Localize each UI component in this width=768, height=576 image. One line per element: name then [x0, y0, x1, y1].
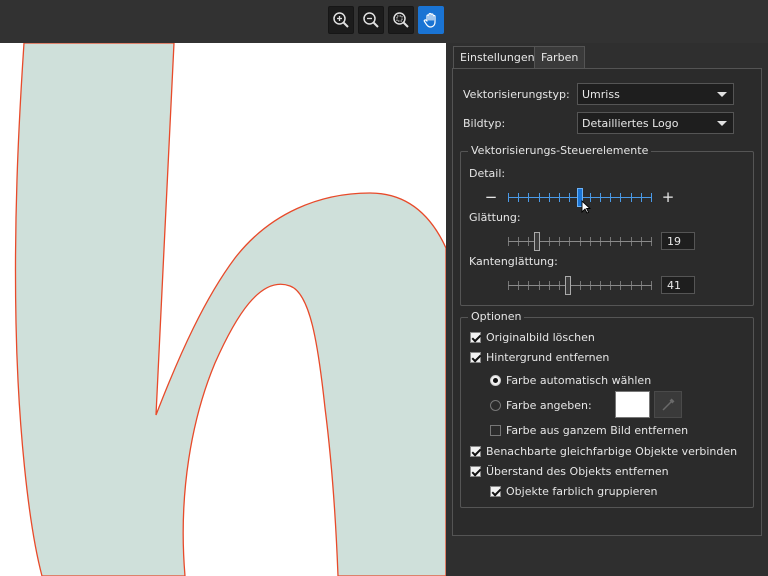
detail-slider[interactable] [508, 188, 652, 207]
group-by-color-checkbox[interactable] [490, 486, 501, 497]
remove-background-checkbox[interactable] [470, 352, 481, 363]
edge-smoothing-slider-track [508, 285, 652, 286]
remove-overlap-checkbox[interactable] [470, 466, 481, 477]
vector-type-select[interactable]: Umriss [577, 83, 734, 105]
tab-farben[interactable]: Farben [534, 46, 586, 68]
chevron-down-icon [717, 92, 727, 97]
image-type-select[interactable]: Detailliertes Logo [577, 112, 734, 134]
detail-label: Detail: [469, 167, 506, 180]
vector-letter-shape [14, 43, 446, 576]
mouse-cursor-icon [581, 200, 591, 214]
zoom-fit-icon [393, 12, 409, 28]
edge-smoothing-slider-thumb[interactable] [565, 276, 571, 295]
tab-einstellungen[interactable]: Einstellungen [453, 46, 542, 68]
zoom-fit-button[interactable] [388, 6, 414, 34]
top-toolbar [0, 0, 768, 43]
delete-original-label: Originalbild löschen [486, 331, 595, 344]
specify-color-label: Farbe angeben: [506, 399, 592, 412]
smoothing-value-input[interactable]: 19 [661, 232, 695, 250]
remove-whole-image-checkbox[interactable] [490, 425, 501, 436]
edge-smoothing-slider[interactable] [508, 276, 652, 295]
smoothing-label: Glättung: [469, 211, 521, 224]
eyedropper-button[interactable] [654, 391, 682, 418]
delete-original-checkbox[interactable] [470, 332, 481, 343]
remove-background-label: Hintergrund entfernen [486, 351, 610, 364]
specify-color-radio[interactable] [490, 400, 501, 411]
zoom-in-icon [333, 12, 349, 28]
group-by-color-label: Objekte farblich gruppieren [506, 485, 658, 498]
merge-adjacent-checkbox[interactable] [470, 446, 481, 457]
zoom-out-icon [363, 12, 379, 28]
merge-adjacent-label: Benachbarte gleichfarbige Objekte verbin… [486, 445, 738, 458]
image-type-value: Detailliertes Logo [582, 117, 679, 130]
smoothing-slider-thumb[interactable] [534, 232, 540, 251]
tab-content-einstellungen: Vektorisierungstyp: Umriss Bildtyp: Deta… [452, 68, 762, 536]
options-group: Optionen Originalbild löschen Hintergrun… [460, 310, 754, 508]
detail-minus-button[interactable]: − [483, 190, 499, 206]
auto-color-radio[interactable] [490, 375, 501, 386]
image-type-label: Bildtyp: [463, 117, 506, 130]
detail-plus-button[interactable]: + [660, 190, 676, 206]
edge-smoothing-value-input[interactable]: 41 [661, 276, 695, 294]
eyedropper-icon [662, 398, 675, 411]
hand-pan-button[interactable] [418, 6, 444, 34]
remove-whole-image-label: Farbe aus ganzem Bild entfernen [506, 424, 689, 437]
vector-type-value: Umriss [582, 88, 620, 101]
smoothing-slider[interactable] [508, 232, 652, 251]
zoom-out-button[interactable] [358, 6, 384, 34]
smoothing-slider-track [508, 241, 652, 242]
image-canvas[interactable] [0, 43, 446, 576]
edge-smoothing-label: Kantenglättung: [469, 255, 558, 268]
controls-group-title: Vektorisierungs-Steuerelemente [468, 144, 652, 157]
remove-overlap-label: Überstand des Objekts entfernen [486, 465, 669, 478]
vector-type-label: Vektorisierungstyp: [463, 88, 570, 101]
color-swatch[interactable] [615, 391, 650, 418]
options-group-title: Optionen [468, 310, 525, 323]
vectorization-controls-group: Vektorisierungs-Steuerelemente Detail: −… [460, 144, 754, 306]
chevron-down-icon [717, 121, 727, 126]
settings-panel: Einstellungen Farben Vektorisierungstyp:… [446, 43, 768, 576]
hand-pan-icon [423, 12, 436, 28]
zoom-in-button[interactable] [328, 6, 354, 34]
auto-color-label: Farbe automatisch wählen [506, 374, 652, 387]
